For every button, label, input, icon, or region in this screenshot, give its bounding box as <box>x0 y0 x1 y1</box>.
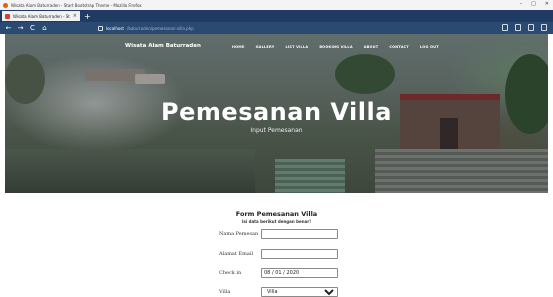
tab-active[interactable]: Wisata Alam Baturraden - Sta × <box>2 11 80 21</box>
menu-gallery[interactable]: GALLERY <box>256 45 275 49</box>
alamat-email-input[interactable] <box>261 249 338 259</box>
site-favicon-icon <box>5 13 10 19</box>
check-in-label: Check in <box>219 270 242 276</box>
nama-pemesan-label: Nama Pemesan <box>219 231 259 237</box>
form-title: Form Pemesanan Villa <box>235 210 318 218</box>
toolbar-right-icons <box>502 24 547 31</box>
hero-subtitle: Input Pemesanan <box>250 127 303 134</box>
url-path: /baturraden/pemesanan-villa.php <box>126 25 194 31</box>
nama-pemesan-input[interactable] <box>261 229 338 239</box>
tab-label: Wisata Alam Baturraden - Sta <box>13 13 70 19</box>
window-title: Wisata Alam Baturraden - Start Bootstrap… <box>11 2 142 8</box>
site-menu: HOME GALLERY LIST VILLA BOOKING VILLA AB… <box>232 45 439 49</box>
villa-label: Villa <box>219 289 231 295</box>
site-navbar: Wisata Alam Baturraden HOME GALLERY LIST… <box>5 42 548 54</box>
hero-banner: Wisata Alam Baturraden HOME GALLERY LIST… <box>5 34 548 193</box>
form-row-villa: Villa Villa <box>219 287 338 297</box>
menu-icon[interactable] <box>541 24 547 31</box>
extension-icon[interactable] <box>528 24 534 31</box>
tab-strip: Wisata Alam Baturraden - Sta × + <box>0 10 553 22</box>
back-button[interactable]: ← <box>5 24 12 32</box>
villa-select[interactable]: Villa <box>261 287 338 297</box>
reload-button[interactable]: C <box>29 24 36 32</box>
window-controls: – □ ✕ <box>520 1 549 7</box>
minimize-button[interactable]: – <box>520 1 523 7</box>
form-hint: Isi data berikut dengan benar! <box>241 219 312 224</box>
form-row-email: Alamat Email <box>219 249 338 259</box>
check-in-date-input[interactable] <box>261 268 338 278</box>
menu-about[interactable]: ABOUT <box>364 45 379 49</box>
menu-contact[interactable]: CONTACT <box>389 45 409 49</box>
hero-title: Pemesanan Villa <box>161 98 392 126</box>
home-button[interactable]: ⌂ <box>41 24 48 32</box>
form-row-checkin: Check in <box>219 268 338 278</box>
browser-toolbar: ← → C ⌂ localhost /baturraden/pemesanan-… <box>0 22 553 34</box>
site-brand[interactable]: Wisata Alam Baturraden <box>125 43 201 49</box>
menu-booking-villa[interactable]: BOOKING VILLA <box>319 45 352 49</box>
menu-home[interactable]: HOME <box>232 45 245 49</box>
new-tab-button[interactable]: + <box>84 12 91 21</box>
tab-close-icon[interactable]: × <box>73 13 77 19</box>
close-window-button[interactable]: ✕ <box>545 1 549 7</box>
menu-log-out[interactable]: LOG OUT <box>420 45 439 49</box>
url-host: localhost <box>106 25 124 31</box>
firefox-icon <box>3 2 8 8</box>
window-titlebar: Wisata Alam Baturraden - Start Bootstrap… <box>0 0 553 10</box>
page-info-icon[interactable] <box>98 25 103 31</box>
library-icon[interactable] <box>502 24 508 31</box>
url-bar[interactable]: localhost /baturraden/pemesanan-villa.ph… <box>98 24 328 32</box>
maximize-button[interactable]: □ <box>531 1 536 7</box>
sidebar-icon[interactable] <box>515 24 521 31</box>
form-row-nama: Nama Pemesan <box>219 229 338 239</box>
alamat-email-label: Alamat Email <box>219 251 254 257</box>
forward-button[interactable]: → <box>17 24 24 32</box>
menu-list-villa[interactable]: LIST VILLA <box>285 45 308 49</box>
